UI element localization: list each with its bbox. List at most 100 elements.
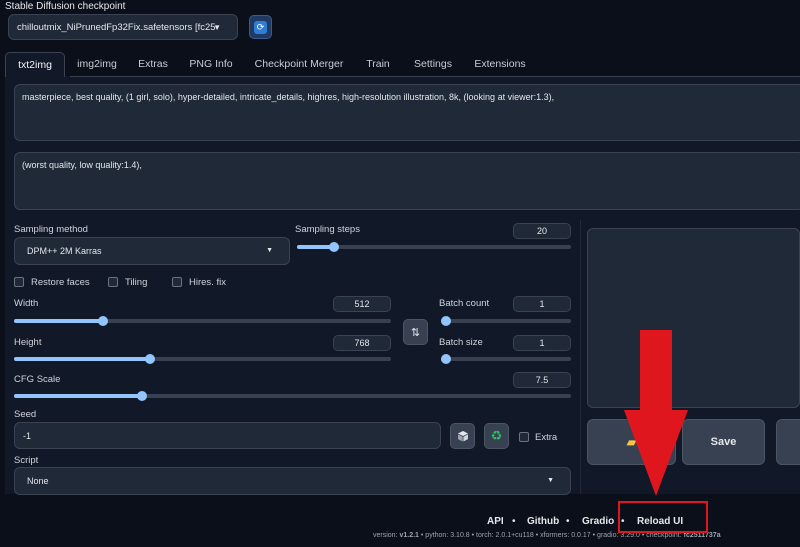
random-seed-button[interactable] <box>450 423 475 449</box>
slider-fill <box>14 319 103 323</box>
tab-img2img[interactable]: img2img <box>67 52 127 77</box>
reload-ui-highlight-box <box>618 501 708 533</box>
extra-seed-checkbox[interactable] <box>519 432 529 442</box>
version-value: v1.2.1 <box>399 532 419 539</box>
negative-prompt-textarea[interactable]: (worst quality, low quality:1.4), <box>14 152 800 210</box>
tiling-label: Tiling <box>125 277 148 288</box>
tiling-checkbox[interactable] <box>108 277 118 287</box>
positive-prompt-textarea[interactable]: masterpiece, best quality, (1 girl, solo… <box>14 84 800 141</box>
output-gallery <box>587 228 800 408</box>
seed-input[interactable]: -1 <box>14 422 441 449</box>
slider-fill <box>14 357 150 361</box>
width-slider[interactable] <box>14 316 391 326</box>
script-dropdown[interactable]: None ▼ <box>14 467 571 495</box>
extra-seed-label: Extra <box>535 432 558 443</box>
chevron-down-icon: ▼ <box>266 247 273 254</box>
checkpoint-dropdown[interactable]: chilloutmix_NiPrunedFp32Fix.safetensors … <box>8 14 238 40</box>
recycle-icon: ♻ <box>490 428 503 443</box>
refresh-checkpoint-button[interactable]: ⟳ <box>249 15 272 39</box>
slider-thumb[interactable] <box>441 354 451 364</box>
footer-separator: • <box>641 532 645 539</box>
slider-thumb[interactable] <box>328 242 339 252</box>
chevron-down-icon: ▼ <box>213 23 221 32</box>
footer-version-info: version: v1.2.1 • python: 3.10.8 • torch… <box>373 532 721 539</box>
footer-separator: • <box>535 532 539 539</box>
red-arrow-annotation <box>624 330 688 496</box>
footer-link-gradio[interactable]: Gradio <box>582 516 614 527</box>
swap-icon: ⇅ <box>410 326 421 339</box>
checkpoint-hash-label: checkpoint: <box>646 532 682 539</box>
xformers-value: 0.0.17 <box>571 532 591 539</box>
tab-extensions[interactable]: Extensions <box>467 52 533 77</box>
seed-label: Seed <box>14 409 37 420</box>
hires-fix-label: Hires. fix <box>189 277 226 288</box>
torch-value: 2.0.1+cu118 <box>495 532 534 539</box>
sampling-method-value: DPM++ 2M Karras <box>27 246 102 256</box>
sampling-steps-label: Sampling steps <box>295 224 360 235</box>
batch-count-input[interactable]: 1 <box>513 296 571 312</box>
batch-size-input[interactable]: 1 <box>513 335 571 351</box>
arrow-shaft <box>640 330 672 412</box>
python-value: 3.10.8 <box>450 532 470 539</box>
sampling-method-label: Sampling method <box>14 224 88 235</box>
save-button-label: Save <box>710 436 737 448</box>
checkpoint-hash-value: fc2511737a <box>683 532 721 539</box>
version-label: version: <box>373 532 398 539</box>
batch-count-label: Batch count <box>439 298 490 309</box>
torch-label: torch: <box>476 532 494 539</box>
slider-thumb[interactable] <box>144 354 155 364</box>
xformers-label: xformers: <box>540 532 570 539</box>
slider-thumb[interactable] <box>441 316 451 326</box>
tab-checkpoint-merger[interactable]: Checkpoint Merger <box>247 52 351 77</box>
batch-size-slider[interactable] <box>441 354 571 364</box>
reuse-seed-button[interactable]: ♻ <box>484 423 509 449</box>
footer-link-github[interactable]: Github <box>527 516 559 527</box>
cfg-scale-label: CFG Scale <box>14 374 61 385</box>
footer-separator: • <box>512 516 516 527</box>
swap-dimensions-button[interactable]: ⇅ <box>403 319 428 345</box>
restore-faces-checkbox[interactable] <box>14 277 24 287</box>
seed-value: -1 <box>23 430 32 441</box>
height-input[interactable]: 768 <box>333 335 391 351</box>
footer-separator: • <box>592 532 596 539</box>
save-button[interactable]: Save <box>682 419 765 465</box>
slider-thumb[interactable] <box>97 316 108 326</box>
restore-faces-label: Restore faces <box>31 277 90 288</box>
main-tabs: txt2img img2img Extras PNG Info Checkpoi… <box>5 52 800 77</box>
tab-settings[interactable]: Settings <box>405 52 461 77</box>
dice-icon <box>457 431 468 442</box>
tab-extras[interactable]: Extras <box>129 52 177 77</box>
cfg-scale-slider[interactable] <box>14 391 571 401</box>
positive-prompt-text: masterpiece, best quality, (1 girl, solo… <box>22 92 555 102</box>
height-label: Height <box>14 337 42 348</box>
footer-link-api[interactable]: API <box>487 516 504 527</box>
hires-fix-checkbox[interactable] <box>172 277 182 287</box>
sampling-steps-slider[interactable] <box>297 242 571 252</box>
refresh-icon: ⟳ <box>254 20 267 34</box>
sampling-method-dropdown[interactable]: DPM++ 2M Karras ▼ <box>14 237 290 265</box>
sampling-steps-input[interactable]: 20 <box>513 223 571 239</box>
height-slider[interactable] <box>14 354 391 364</box>
slider-fill <box>14 394 143 398</box>
footer-separator: • <box>471 532 475 539</box>
batch-size-label: Batch size <box>439 337 483 348</box>
footer-separator: • <box>420 532 424 539</box>
gradio-value: 3.29.0 <box>620 532 640 539</box>
tab-png-info[interactable]: PNG Info <box>181 52 241 77</box>
checkpoint-label: Stable Diffusion checkpoint <box>5 1 126 12</box>
checkpoint-value: chilloutmix_NiPrunedFp32Fix.safetensors … <box>17 21 216 33</box>
negative-prompt-text: (worst quality, low quality:1.4), <box>22 160 142 170</box>
script-label: Script <box>14 455 39 466</box>
width-label: Width <box>14 298 39 309</box>
width-input[interactable]: 512 <box>333 296 391 312</box>
tab-train[interactable]: Train <box>357 52 399 77</box>
batch-count-slider[interactable] <box>441 316 571 326</box>
gradio-label: gradio: <box>597 532 619 539</box>
tab-divider <box>70 76 800 77</box>
footer-separator: • <box>566 516 570 527</box>
chevron-down-icon: ▼ <box>547 477 554 484</box>
zip-button[interactable] <box>776 419 800 465</box>
cfg-scale-input[interactable]: 7.5 <box>513 372 571 388</box>
script-value: None <box>27 476 49 486</box>
tab-txt2img[interactable]: txt2img <box>5 52 65 77</box>
